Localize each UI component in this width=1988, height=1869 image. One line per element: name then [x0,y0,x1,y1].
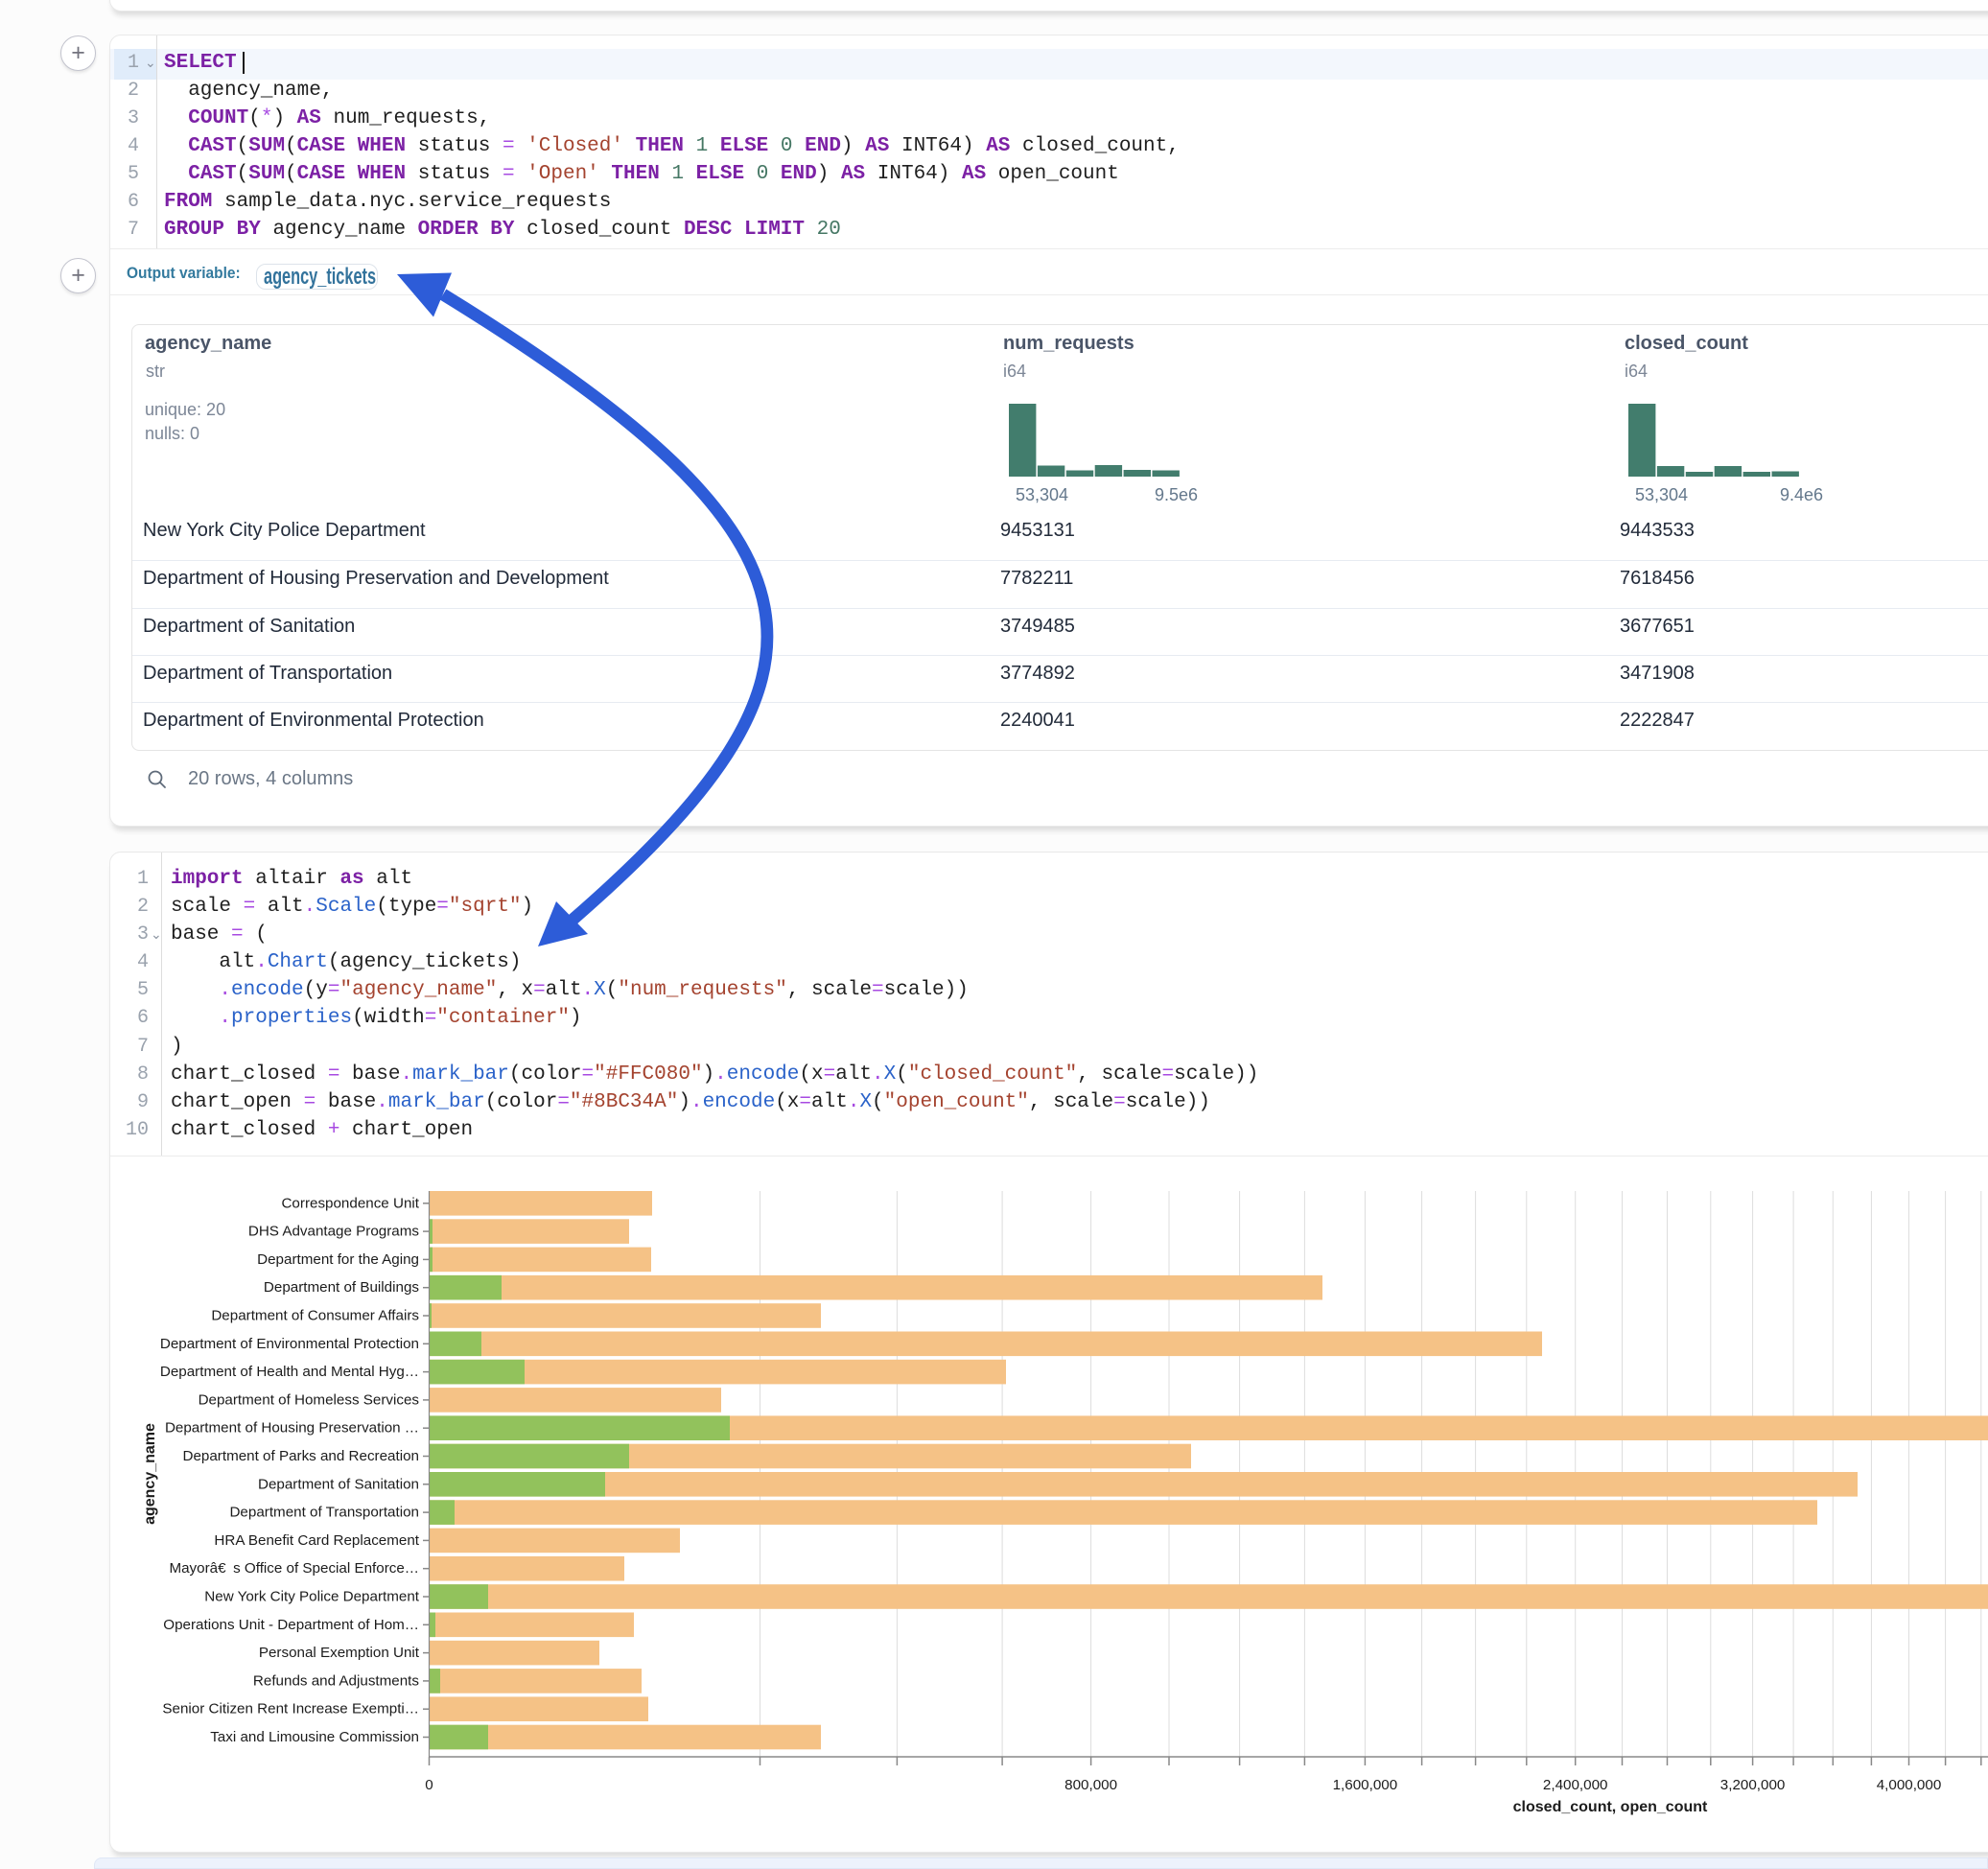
svg-text:Department of Environmental Pr: Department of Environmental Protection [160,1336,419,1352]
svg-text:New York City Police Departmen: New York City Police Department [204,1589,419,1605]
svg-text:HRA Benefit Card Replacement: HRA Benefit Card Replacement [214,1532,419,1549]
svg-text:0: 0 [425,1777,433,1793]
svg-text:Department of Consumer Affairs: Department of Consumer Affairs [211,1308,419,1324]
svg-text:Senior Citizen Rent Increase E: Senior Citizen Rent Increase Exempti… [162,1701,419,1717]
svg-text:Department of Homeless Service: Department of Homeless Services [199,1391,420,1408]
svg-text:Operations Unit - Department o: Operations Unit - Department of Hom… [163,1617,419,1633]
svg-text:Department for the Aging: Department for the Aging [257,1251,419,1268]
svg-text:Department of Buildings: Department of Buildings [264,1279,419,1296]
svg-text:Personal Exemption Unit: Personal Exemption Unit [259,1645,420,1661]
svg-text:1,600,000: 1,600,000 [1333,1777,1398,1793]
svg-text:DHS Advantage Programs: DHS Advantage Programs [248,1224,420,1240]
svg-text:2,400,000: 2,400,000 [1543,1777,1608,1793]
svg-text:Department of Parks and Recrea: Department of Parks and Recreation [182,1448,419,1464]
svg-text:Department of Transportation: Department of Transportation [229,1505,419,1521]
svg-text:4,000,000: 4,000,000 [1877,1777,1942,1793]
svg-text:closed_count, open_count: closed_count, open_count [1513,1799,1708,1815]
svg-text:Department of Health and Menta: Department of Health and Mental Hyg… [160,1364,419,1380]
svg-text:3,200,000: 3,200,000 [1720,1777,1786,1793]
svg-text:Taxi and Limousine Commission: Taxi and Limousine Commission [210,1729,419,1745]
svg-text:800,000: 800,000 [1064,1777,1117,1793]
svg-text:Mayorâ€ s Office of Special En: Mayorâ€ s Office of Special Enforce… [169,1560,419,1577]
svg-text:Correspondence Unit: Correspondence Unit [281,1195,419,1211]
svg-text:Refunds and Adjustments: Refunds and Adjustments [253,1672,419,1689]
svg-text:Department of Housing Preserva: Department of Housing Preservation … [165,1420,419,1437]
svg-text:agency_name: agency_name [142,1423,158,1525]
svg-text:Department of Sanitation: Department of Sanitation [258,1476,419,1492]
